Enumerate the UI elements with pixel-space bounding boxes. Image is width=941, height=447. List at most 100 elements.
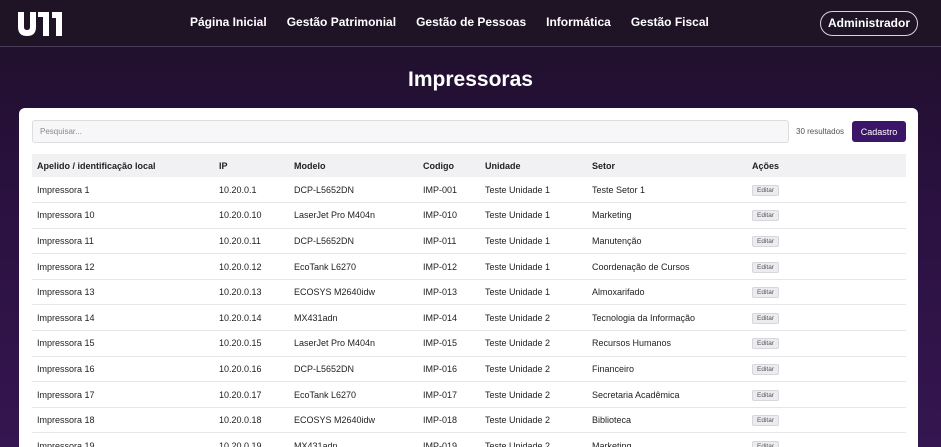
main-nav: Página Inicial Gestão Patrimonial Gestão… bbox=[190, 15, 729, 29]
cell-model: DCP-L5652DN bbox=[289, 228, 418, 255]
cell-name: Impressora 17 bbox=[32, 381, 214, 408]
cell-actions: Editar bbox=[747, 228, 906, 255]
cell-unit: Teste Unidade 2 bbox=[480, 381, 587, 408]
cell-code: IMP-001 bbox=[418, 177, 480, 204]
cadastro-button[interactable]: Cadastro bbox=[852, 121, 906, 142]
cell-unit: Teste Unidade 2 bbox=[480, 356, 587, 383]
cell-code: IMP-012 bbox=[418, 253, 480, 280]
search-input[interactable] bbox=[32, 120, 789, 143]
cell-ip: 10.20.0.16 bbox=[214, 356, 289, 383]
edit-button[interactable]: Editar bbox=[752, 312, 779, 324]
cell-model: ECOSYS M2640idw bbox=[289, 407, 418, 434]
cell-sector: Manutenção bbox=[587, 228, 747, 255]
nav-pagina-inicial[interactable]: Página Inicial bbox=[190, 15, 267, 29]
cell-name: Impressora 18 bbox=[32, 407, 214, 434]
column-header-apelido[interactable]: Apelido / identificação local bbox=[32, 154, 214, 177]
table-row[interactable]: Impressora 16 10.20.0.16 DCP-L5652DN IMP-01… bbox=[32, 356, 906, 383]
cell-name: Impressora 15 bbox=[32, 330, 214, 357]
cell-unit: Teste Unidade 2 bbox=[480, 304, 587, 332]
edit-button[interactable]: Editar bbox=[752, 363, 779, 375]
cell-sector: Biblioteca bbox=[587, 407, 747, 434]
cell-sector: Coordenação de Cursos bbox=[587, 253, 747, 280]
edit-button[interactable]: Editar bbox=[752, 415, 779, 427]
cell-code: IMP-019 bbox=[418, 432, 480, 447]
cell-model: DCP-L5652DN bbox=[289, 177, 418, 204]
cell-code: IMP-017 bbox=[418, 381, 480, 408]
cell-sector: Marketing bbox=[587, 432, 747, 447]
table-row[interactable]: Impressora 17 10.20.0.17 EcoTank L6270 IMP-… bbox=[32, 381, 906, 408]
cell-sector: Secretaria Acadêmica bbox=[587, 381, 747, 408]
cell-ip: 10.20.0.15 bbox=[214, 330, 289, 357]
column-header-codigo[interactable]: Codigo bbox=[418, 154, 480, 177]
nav-informatica[interactable]: Informática bbox=[546, 15, 611, 29]
table-row[interactable]: Impressora 18 10.20.0.18 ECOSYS M2640idw IM… bbox=[32, 407, 906, 434]
cell-model: EcoTank L6270 bbox=[289, 253, 418, 280]
nav-gestao-de-pessoas[interactable]: Gestão de Pessoas bbox=[416, 15, 526, 29]
page-title: Impressoras bbox=[408, 68, 533, 91]
cell-name: Impressora 11 bbox=[32, 228, 214, 255]
cell-model: EcoTank L6270 bbox=[289, 381, 418, 408]
cell-sector: Recursos Humanos bbox=[587, 330, 747, 357]
column-header-setor[interactable]: Setor bbox=[587, 154, 747, 177]
edit-button[interactable]: Editar bbox=[752, 389, 779, 401]
cell-unit: Teste Unidade 1 bbox=[480, 177, 587, 204]
cell-ip: 10.20.0.10 bbox=[214, 202, 289, 229]
table-row[interactable]: Impressora 14 10.20.0.14 MX431adn IMP-014 Te… bbox=[32, 304, 906, 332]
cell-code: IMP-011 bbox=[418, 228, 480, 255]
cell-model: ECOSYS M2640idw bbox=[289, 279, 418, 306]
cell-sector: Almoxarifado bbox=[587, 279, 747, 306]
cell-actions: Editar bbox=[747, 177, 906, 204]
nav-gestao-fiscal[interactable]: Gestão Fiscal bbox=[631, 15, 709, 29]
cell-sector: Marketing bbox=[587, 202, 747, 229]
cell-actions: Editar bbox=[747, 304, 906, 332]
column-header-modelo[interactable]: Modelo bbox=[289, 154, 418, 177]
column-header-ip[interactable]: IP bbox=[214, 154, 289, 177]
printers-table: Apelido / identificação local IP Modelo … bbox=[32, 154, 906, 447]
cell-name: Impressora 19 bbox=[32, 432, 214, 447]
column-header-acoes: Ações bbox=[747, 154, 906, 177]
edit-button[interactable]: Editar bbox=[752, 440, 779, 447]
cell-ip: 10.20.0.14 bbox=[214, 304, 289, 332]
table-body: Impressora 1 10.20.0.1 DCP-L5652DN IMP-001 T… bbox=[32, 177, 906, 447]
cell-model: LaserJet Pro M404n bbox=[289, 202, 418, 229]
edit-button[interactable]: Editar bbox=[752, 210, 779, 222]
edit-button[interactable]: Editar bbox=[752, 261, 779, 273]
table-row[interactable]: Impressora 12 10.20.0.12 EcoTank L6270 IMP-… bbox=[32, 253, 906, 280]
cell-model: DCP-L5652DN bbox=[289, 356, 418, 383]
cell-actions: Editar bbox=[747, 407, 906, 434]
cell-actions: Editar bbox=[747, 330, 906, 357]
cell-ip: 10.20.0.13 bbox=[214, 279, 289, 306]
edit-button[interactable]: Editar bbox=[752, 184, 779, 196]
results-count: 30 resultados bbox=[796, 127, 845, 136]
cell-model: LaserJet Pro M404n bbox=[289, 330, 418, 357]
table-row[interactable]: Impressora 15 10.20.0.15 LaserJet Pro M404… bbox=[32, 330, 906, 357]
cell-sector: Financeiro bbox=[587, 356, 747, 383]
cell-ip: 10.20.0.11 bbox=[214, 228, 289, 255]
cell-model: MX431adn bbox=[289, 304, 418, 332]
cell-actions: Editar bbox=[747, 432, 906, 447]
cell-actions: Editar bbox=[747, 356, 906, 383]
column-header-unidade[interactable]: Unidade bbox=[480, 154, 587, 177]
cell-code: IMP-016 bbox=[418, 356, 480, 383]
cell-name: Impressora 1 bbox=[32, 177, 214, 204]
table-row[interactable]: Impressora 1 10.20.0.1 DCP-L5652DN IMP-001 T… bbox=[32, 177, 906, 204]
nav-gestao-patrimonial[interactable]: Gestão Patrimonial bbox=[287, 15, 396, 29]
table-row[interactable]: Impressora 19 10.20.0.19 MX431adn IMP-019 Te… bbox=[32, 432, 906, 447]
table-row[interactable]: Impressora 11 10.20.0.11 DCP-L5652DN IMP-01… bbox=[32, 228, 906, 255]
edit-button[interactable]: Editar bbox=[752, 338, 779, 350]
user-menu-button[interactable]: Administrador bbox=[819, 11, 918, 36]
cell-code: IMP-010 bbox=[418, 202, 480, 229]
table-row[interactable]: Impressora 13 10.20.0.13 ECOSYS M2640idw IM… bbox=[32, 279, 906, 306]
cell-unit: Teste Unidade 2 bbox=[480, 432, 587, 447]
u1-logo[interactable] bbox=[16, 10, 70, 38]
cell-ip: 10.20.0.12 bbox=[214, 253, 289, 280]
top-navbar: Página Inicial Gestão Patrimonial Gestão… bbox=[0, 0, 941, 47]
cell-sector: Teste Setor 1 bbox=[587, 177, 747, 204]
cell-name: Impressora 10 bbox=[32, 202, 214, 229]
edit-button[interactable]: Editar bbox=[752, 235, 779, 247]
cell-name: Impressora 13 bbox=[32, 279, 214, 306]
edit-button[interactable]: Editar bbox=[752, 287, 779, 299]
cell-unit: Teste Unidade 2 bbox=[480, 330, 587, 357]
cell-unit: Teste Unidade 1 bbox=[480, 202, 587, 229]
table-row[interactable]: Impressora 10 10.20.0.10 LaserJet Pro M404… bbox=[32, 202, 906, 229]
